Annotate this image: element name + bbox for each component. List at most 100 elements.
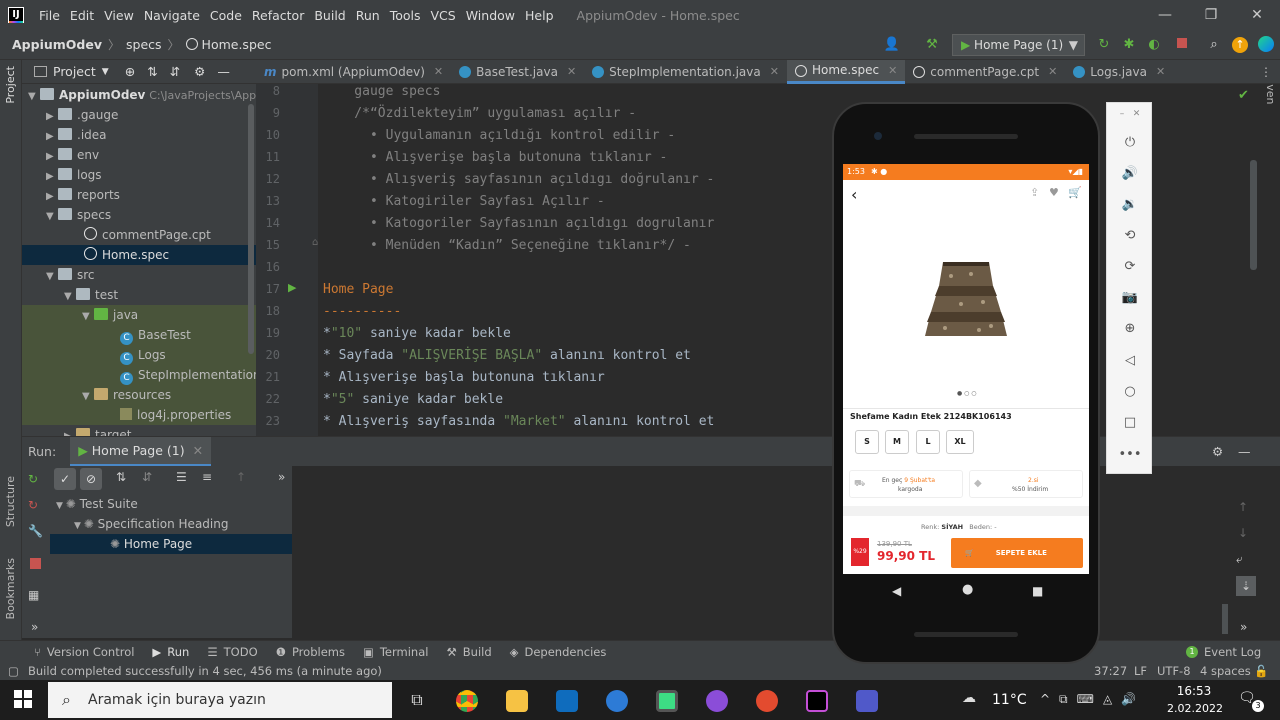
debug-bug-icon[interactable]: ✱: [1119, 36, 1139, 54]
temperature[interactable]: 11°C: [992, 692, 1027, 708]
search-icon[interactable]: ⌕: [1204, 36, 1224, 54]
add-to-cart-button[interactable]: 🛒 SEPETE EKLE: [951, 538, 1083, 568]
close-tab-icon[interactable]: ✕: [434, 60, 443, 84]
tab-pom-xml[interactable]: m pom.xml (AppiumOdev) ✕: [256, 60, 451, 84]
word-icon[interactable]: [606, 690, 628, 712]
hide-panel-icon[interactable]: —: [217, 64, 230, 79]
more-icon[interactable]: »: [1240, 620, 1247, 634]
menu-build[interactable]: Build: [314, 8, 345, 23]
taskbar-search-input[interactable]: ⌕ Aramak için buraya yazın: [48, 682, 392, 718]
close-tab-icon[interactable]: ✕: [770, 60, 779, 84]
android-studio-icon[interactable]: [656, 690, 678, 712]
sort-duration-icon[interactable]: ⇵: [142, 470, 152, 484]
tree-item-logs-class[interactable]: C Logs: [22, 345, 256, 365]
tree-item-stepimplementation[interactable]: C StepImplementation: [22, 365, 256, 385]
teams-icon[interactable]: [856, 690, 878, 712]
tree-item-src[interactable]: ▼ src: [22, 265, 256, 285]
breadcrumb-file[interactable]: Home.spec: [185, 37, 271, 52]
indent-setting[interactable]: 4 spaces: [1200, 662, 1251, 680]
plugins-icon[interactable]: [1256, 36, 1276, 54]
toolwin-dependencies[interactable]: ◈ Dependencies: [510, 645, 607, 659]
size-option-xl[interactable]: XL: [946, 430, 974, 454]
intellij-taskbar-icon[interactable]: [806, 690, 828, 712]
run-node-test-suite[interactable]: ▼ ✺ Test Suite: [56, 494, 138, 514]
tree-item-specs[interactable]: ▼ specs: [22, 205, 256, 225]
volume-up-icon[interactable]: 🔊: [1107, 166, 1153, 181]
editor-scrollbar[interactable]: [1250, 160, 1257, 270]
image-pager-dots[interactable]: ● ○ ○: [957, 390, 977, 397]
overview-icon[interactable]: □: [1107, 415, 1153, 430]
toolwin-run[interactable]: ▶ Run: [152, 645, 189, 659]
status-message[interactable]: Build completed successfully in 4 sec, 4…: [28, 664, 382, 678]
stop-icon[interactable]: [1172, 36, 1192, 54]
system-tray-icons[interactable]: ^⧉⌨◬🔊: [1040, 692, 1145, 707]
clock-time[interactable]: 16:53: [1164, 684, 1224, 698]
inspection-ok-icon[interactable]: ✔: [1238, 88, 1249, 103]
tree-item-resources[interactable]: ▼ resources: [22, 385, 256, 405]
paint-icon[interactable]: [756, 690, 778, 712]
close-tab-icon[interactable]: ✕: [193, 443, 203, 458]
status-toggle-icon[interactable]: ▢: [8, 662, 19, 680]
console-down-icon[interactable]: ↓: [1238, 526, 1248, 540]
tree-item-log4j[interactable]: log4j.properties: [22, 405, 256, 425]
structure-tool-button[interactable]: Structure: [4, 476, 17, 527]
toolwin-problems[interactable]: ❶ Problems: [276, 645, 345, 659]
run-scenario-icon[interactable]: ▶: [288, 281, 296, 294]
zoom-icon[interactable]: ⊕: [1107, 321, 1153, 336]
lock-icon[interactable]: 🔓: [1254, 662, 1268, 680]
product-image[interactable]: [921, 256, 1011, 346]
file-encoding[interactable]: UTF-8: [1157, 662, 1191, 680]
update-icon[interactable]: ↑: [1230, 36, 1250, 54]
close-tab-icon[interactable]: ✕: [1048, 60, 1057, 84]
more-options-icon[interactable]: •••: [1107, 447, 1153, 462]
toolwin-build[interactable]: ⚒ Build: [446, 645, 491, 659]
console-scrollbar[interactable]: [1222, 604, 1228, 634]
run-node-home-page[interactable]: ✺ Home Page: [50, 534, 292, 554]
clock-date[interactable]: 2.02.2022: [1160, 702, 1230, 715]
menu-tools[interactable]: Tools: [390, 8, 421, 23]
size-option-m[interactable]: M: [885, 430, 909, 454]
tab-basetest[interactable]: BaseTest.java ✕: [451, 60, 584, 84]
previous-icon[interactable]: ↑: [236, 470, 246, 484]
close-tab-icon[interactable]: ✕: [567, 60, 576, 84]
android-recents-icon[interactable]: ■: [1032, 584, 1043, 598]
toolwin-terminal[interactable]: ▣ Terminal: [363, 645, 428, 659]
tab-stepimplementation[interactable]: StepImplementation.java ✕: [584, 60, 787, 84]
more-icon[interactable]: »: [31, 620, 38, 634]
show-passed-icon[interactable]: ✓: [54, 468, 76, 490]
tree-item-test[interactable]: ▼ test: [22, 285, 256, 305]
collapse-all-icon[interactable]: ≡: [202, 470, 212, 484]
rotate-left-icon[interactable]: ⟲: [1107, 228, 1153, 243]
emulator-window-controls[interactable]: – ✕: [1107, 109, 1153, 119]
menu-file[interactable]: File: [39, 8, 60, 23]
menu-run[interactable]: Run: [356, 8, 380, 23]
tree-item-idea[interactable]: ▶ .idea: [22, 125, 256, 145]
hide-panel-icon[interactable]: —: [1238, 444, 1251, 459]
windows-start-icon[interactable]: [14, 690, 32, 708]
menu-view[interactable]: View: [104, 8, 134, 23]
restore-icon[interactable]: ❐: [1188, 0, 1234, 30]
menu-navigate[interactable]: Navigate: [144, 8, 200, 23]
bookmarks-tool-button[interactable]: Bookmarks: [4, 558, 17, 619]
android-back-icon[interactable]: ◀: [892, 584, 901, 598]
app-icon[interactable]: [706, 690, 728, 712]
weather-cloud-icon[interactable]: ☁: [962, 690, 976, 706]
console-up-icon[interactable]: ↑: [1238, 500, 1248, 514]
rerun-icon[interactable]: ↻: [28, 472, 38, 486]
menu-edit[interactable]: Edit: [70, 8, 94, 23]
breadcrumb-project[interactable]: AppiumOdev: [12, 37, 102, 52]
settings-gear-icon[interactable]: ⚙: [194, 64, 205, 79]
android-home-icon[interactable]: ●: [962, 582, 973, 597]
breadcrumb-specs[interactable]: specs: [126, 37, 162, 52]
soft-wrap-icon[interactable]: ⤶: [1236, 552, 1243, 567]
tab-logs-java[interactable]: Logs.java ✕: [1065, 60, 1173, 84]
stop-icon[interactable]: [30, 558, 41, 569]
scroll-to-end-icon[interactable]: ⇣: [1236, 576, 1256, 596]
expand-all-icon[interactable]: ⇅: [147, 64, 157, 79]
project-panel-title[interactable]: Project: [53, 64, 96, 79]
volume-down-icon[interactable]: 🔉: [1107, 197, 1153, 212]
size-option-s[interactable]: S: [855, 430, 879, 454]
tree-item-home-spec[interactable]: Home.spec: [22, 245, 256, 265]
project-tool-button[interactable]: Project: [4, 66, 17, 104]
tree-scrollbar[interactable]: [248, 104, 254, 354]
